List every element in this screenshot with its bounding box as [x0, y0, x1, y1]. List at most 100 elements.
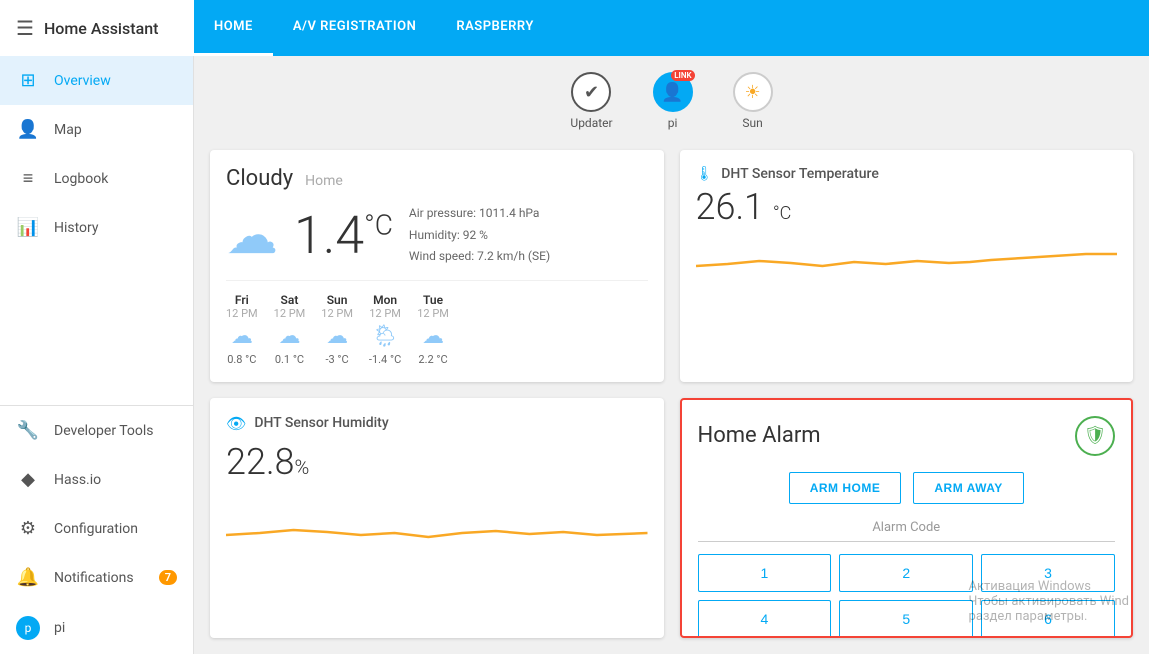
forecast-icon-fri: ☁	[226, 324, 258, 349]
pi-avatar: p	[16, 616, 40, 640]
forecast-sat: Sat 12 PM ☁ 0.1 °C	[274, 293, 306, 366]
sidebar-label-hassio: Hass.io	[54, 472, 101, 488]
key-5[interactable]: 5	[839, 600, 973, 638]
temp-card-title-text: DHT Sensor Temperature	[721, 166, 879, 182]
main-layout: ⊞ Overview 👤 Map ≡ Logbook 📊 History 🔧 D…	[0, 56, 1149, 654]
sidebar-label-configuration: Configuration	[54, 521, 138, 537]
weather-details: Air pressure: 1011.4 hPa Humidity: 92 % …	[409, 203, 550, 268]
weather-forecast: Fri 12 PM ☁ 0.8 °C Sat 12 PM ☁ 0.1 °C Su…	[226, 280, 648, 366]
app-title: Home Assistant	[44, 19, 159, 38]
alarm-header: Home Alarm 🛡	[698, 416, 1116, 456]
shield-check-icon: 🛡	[1084, 425, 1107, 446]
key-4[interactable]: 4	[698, 600, 832, 638]
forecast-fri: Fri 12 PM ☁ 0.8 °C	[226, 293, 258, 366]
temp-card-header: 🌡 DHT Sensor Temperature	[696, 166, 1118, 182]
wind-speed: Wind speed: 7.2 km/h (SE)	[409, 246, 550, 268]
overview-icon: ⊞	[16, 70, 40, 91]
humidity-detail: Humidity: 92 %	[409, 225, 550, 247]
alarm-keypad: 1 2 3 4 5 6 7 8 9 0 CLEAR	[698, 554, 1116, 638]
tab-av-registration[interactable]: A/V REGISTRATION	[273, 0, 436, 56]
sun-label: Sun	[742, 116, 762, 130]
humidity-header: 👁 DHT Sensor Humidity	[226, 414, 648, 433]
developer-tools-icon: 🔧	[16, 420, 40, 441]
hamburger-icon[interactable]: ☰	[16, 16, 34, 40]
alarm-title: Home Alarm	[698, 423, 821, 448]
alarm-buttons: ARM HOME ARM AWAY	[698, 472, 1116, 504]
alarm-shield-icon: 🛡	[1075, 416, 1115, 456]
key-6[interactable]: 6	[981, 600, 1115, 638]
weather-header: Cloudy Home	[226, 166, 648, 191]
temp-display: 26.1 °C	[696, 186, 1118, 228]
tab-raspberry[interactable]: RASPBERRY	[436, 0, 554, 56]
forecast-mon: Mon 12 PM 🌦 -1.4 °C	[369, 293, 401, 366]
sidebar-label-pi: pi	[54, 620, 65, 636]
sidebar-label-map: Map	[54, 122, 82, 138]
status-sun[interactable]: ☀ Sun	[733, 72, 773, 130]
weather-location: Home	[305, 173, 343, 189]
key-1[interactable]: 1	[698, 554, 832, 592]
sidebar-bottom: 🔧 Developer Tools ◆ Hass.io ⚙ Configurat…	[0, 405, 193, 654]
eye-icon: 👁	[226, 414, 246, 433]
cloud-icon: ☁	[226, 205, 278, 266]
sidebar-item-map[interactable]: 👤 Map	[0, 105, 193, 154]
tab-home[interactable]: HOME	[194, 0, 273, 56]
humidity-title: DHT Sensor Humidity	[254, 415, 388, 431]
sidebar-item-hassio[interactable]: ◆ Hass.io	[0, 455, 193, 504]
sidebar-item-notifications[interactable]: 🔔 Notifications 7	[0, 553, 193, 602]
temp-unit-label: °C	[773, 203, 792, 224]
alarm-card: Home Alarm 🛡 ARM HOME ARM AWAY Alarm Cod…	[680, 398, 1134, 638]
humidity-card: 👁 DHT Sensor Humidity 22.8%	[210, 398, 664, 638]
sidebar: ⊞ Overview 👤 Map ≡ Logbook 📊 History 🔧 D…	[0, 56, 194, 654]
temp-unit: °C	[364, 209, 393, 242]
forecast-icon-sun: ☁	[321, 324, 353, 349]
map-icon: 👤	[16, 119, 40, 140]
forecast-icon-mon: 🌦	[369, 324, 401, 349]
notifications-icon: 🔔	[16, 567, 40, 588]
sidebar-item-pi[interactable]: p pi	[0, 602, 193, 654]
arm-home-button[interactable]: ARM HOME	[789, 472, 902, 504]
sidebar-label-developer-tools: Developer Tools	[54, 423, 154, 439]
check-icon: ✔	[584, 82, 599, 103]
key-3[interactable]: 3	[981, 554, 1115, 592]
weather-temperature: 1.4°C	[294, 205, 393, 266]
logbook-icon: ≡	[16, 168, 40, 189]
air-pressure: Air pressure: 1011.4 hPa	[409, 203, 550, 225]
nav-tabs: HOME A/V REGISTRATION RASPBERRY	[194, 0, 1149, 56]
forecast-tue: Tue 12 PM ☁ 2.2 °C	[417, 293, 449, 366]
forecast-icon-sat: ☁	[274, 324, 306, 349]
humidity-value: 22.8%	[226, 441, 648, 483]
notification-badge: 7	[159, 570, 177, 585]
updater-circle: ✔	[571, 72, 611, 112]
weather-main: ☁ 1.4°C Air pressure: 1011.4 hPa Humidit…	[226, 203, 648, 268]
sidebar-item-logbook[interactable]: ≡ Logbook	[0, 154, 193, 203]
thermometer-icon: 🌡	[696, 166, 714, 182]
status-updater[interactable]: ✔ Updater	[570, 72, 612, 130]
sidebar-item-overview[interactable]: ⊞ Overview	[0, 56, 193, 105]
content-area: ✔ Updater 👤 LINK pi ☀ Sun Cloudy	[194, 56, 1149, 654]
status-row: ✔ Updater 👤 LINK pi ☀ Sun	[210, 72, 1133, 130]
sun-circle: ☀	[733, 72, 773, 112]
alarm-code-label: Alarm Code	[698, 520, 1116, 542]
configuration-icon: ⚙	[16, 518, 40, 539]
key-2[interactable]: 2	[839, 554, 973, 592]
forecast-sun: Sun 12 PM ☁ -3 °C	[321, 293, 353, 366]
top-navbar: ☰ Home Assistant HOME A/V REGISTRATION R…	[0, 0, 1149, 56]
sidebar-label-history: History	[54, 220, 99, 236]
status-pi[interactable]: 👤 LINK pi	[653, 72, 693, 130]
logo-area: ☰ Home Assistant	[0, 0, 194, 56]
forecast-icon-tue: ☁	[417, 324, 449, 349]
user-icon: 👤	[661, 82, 683, 103]
sidebar-item-history[interactable]: 📊 History	[0, 203, 193, 252]
arm-away-button[interactable]: ARM AWAY	[913, 472, 1023, 504]
temp-chart	[696, 236, 1118, 286]
hassio-icon: ◆	[16, 469, 40, 490]
temperature-card: 🌡 DHT Sensor Temperature 26.1 °C	[680, 150, 1134, 382]
sidebar-label-notifications: Notifications	[54, 570, 134, 586]
sidebar-item-configuration[interactable]: ⚙ Configuration	[0, 504, 193, 553]
history-icon: 📊	[16, 217, 40, 238]
pi-circle: 👤 LINK	[653, 72, 693, 112]
sidebar-item-developer-tools[interactable]: 🔧 Developer Tools	[0, 406, 193, 455]
sun-icon: ☀	[745, 82, 761, 103]
weather-card: Cloudy Home ☁ 1.4°C Air pressure: 1011.4…	[210, 150, 664, 382]
humidity-chart	[226, 495, 648, 555]
